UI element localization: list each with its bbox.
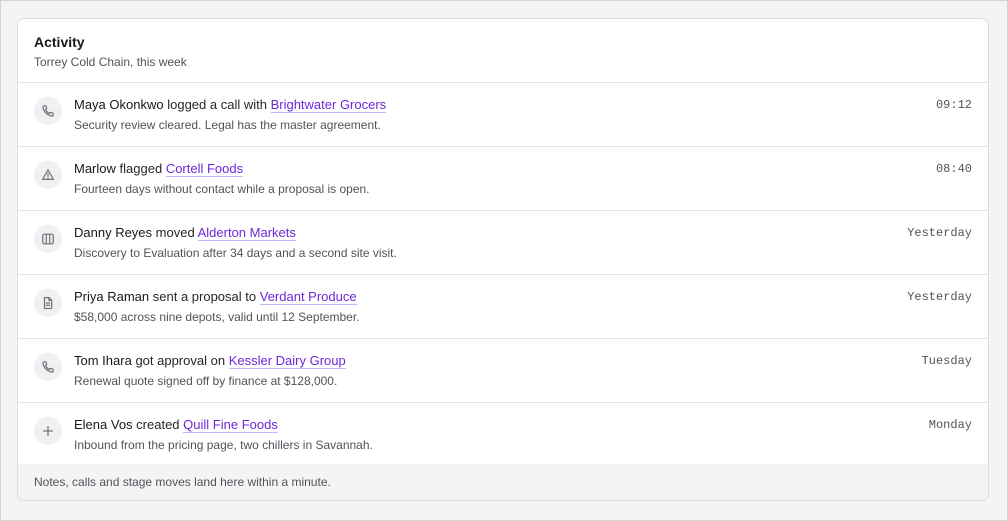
company-link-cortell-foods[interactable]: Cortell Foods <box>165 161 244 177</box>
activity-verb: logged a call with <box>167 97 267 112</box>
activity-row: Elena Vos created Quill Fine Foods Inbou… <box>18 403 988 467</box>
activity-card: Activity Torrey Cold Chain, this week Ma… <box>17 18 989 501</box>
actor-name: Maya Okonkwo <box>74 97 164 112</box>
activity-detail: Renewal quote signed off by finance at $… <box>74 374 338 388</box>
activity-headline: Elena Vos created Quill Fine Foods <box>74 416 868 434</box>
company-link-quill-fine-foods[interactable]: Quill Fine Foods <box>183 417 278 433</box>
activity-headline: Marlow flagged Cortell Foods <box>74 160 868 178</box>
activity-time: Yesterday <box>907 226 972 240</box>
activity-time: Yesterday <box>907 290 972 304</box>
activity-body: Tom Ihara got approval on Kessler Dairy … <box>74 352 868 389</box>
company-link-alderton-markets[interactable]: Alderton Markets <box>197 225 296 241</box>
activity-headline: Tom Ihara got approval on Kessler Dairy … <box>74 352 868 370</box>
activity-verb: created <box>136 417 180 432</box>
activity-time: 09:12 <box>935 98 972 112</box>
company-link-brightwater-grocers[interactable]: Brightwater Grocers <box>270 97 387 113</box>
card-header: Activity Torrey Cold Chain, this week <box>18 19 988 83</box>
activity-body: Priya Raman sent a proposal to Verdant P… <box>74 288 868 325</box>
activity-detail: Security review cleared. Legal has the m… <box>74 118 381 132</box>
activity-row: Priya Raman sent a proposal to Verdant P… <box>18 275 988 339</box>
activity-headline: Priya Raman sent a proposal to Verdant P… <box>74 288 868 306</box>
activity-row: Marlow flagged Cortell Foods Fourteen da… <box>18 147 988 211</box>
activity-detail: Discovery to Evaluation after 34 days an… <box>74 246 397 260</box>
document-icon <box>34 289 62 317</box>
card-subtitle: Torrey Cold Chain, this week <box>34 55 187 69</box>
kanban-columns-icon <box>34 225 62 253</box>
activity-row: Tom Ihara got approval on Kessler Dairy … <box>18 339 988 403</box>
activity-time: 08:40 <box>935 162 972 176</box>
activity-headline: Danny Reyes moved Alderton Markets <box>74 224 868 242</box>
actor-name: Elena Vos <box>74 417 133 432</box>
activity-body: Danny Reyes moved Alderton Markets Disco… <box>74 224 868 261</box>
phone-icon <box>34 97 62 125</box>
company-link-kessler-dairy-group[interactable]: Kessler Dairy Group <box>228 353 346 369</box>
card-title: Activity <box>34 34 85 50</box>
activity-time: Tuesday <box>921 354 972 368</box>
activity-verb: got approval on <box>135 353 226 368</box>
company-link-verdant-produce[interactable]: Verdant Produce <box>259 289 357 305</box>
activity-detail: Fourteen days without contact while a pr… <box>74 182 370 196</box>
footer-note: Notes, calls and stage moves land here w… <box>34 475 331 489</box>
warning-icon <box>34 161 62 189</box>
actor-name: Danny Reyes <box>74 225 153 240</box>
activity-detail: Inbound from the pricing page, two chill… <box>74 438 373 452</box>
activity-body: Elena Vos created Quill Fine Foods Inbou… <box>74 416 868 453</box>
activity-row: Maya Okonkwo logged a call with Brightwa… <box>18 83 988 147</box>
plus-icon <box>34 417 62 445</box>
card-footer: Notes, calls and stage moves land here w… <box>18 464 988 500</box>
activity-body: Maya Okonkwo logged a call with Brightwa… <box>74 96 868 133</box>
activity-detail: $58,000 across nine depots, valid until … <box>74 310 360 324</box>
activity-row: Danny Reyes moved Alderton Markets Disco… <box>18 211 988 275</box>
activity-body: Marlow flagged Cortell Foods Fourteen da… <box>74 160 868 197</box>
actor-name: Priya Raman <box>74 289 150 304</box>
activity-list: Maya Okonkwo logged a call with Brightwa… <box>18 83 988 467</box>
activity-headline: Maya Okonkwo logged a call with Brightwa… <box>74 96 868 114</box>
activity-verb: sent a proposal to <box>152 289 257 304</box>
actor-name: Tom Ihara <box>74 353 132 368</box>
actor-name: Marlow <box>74 161 116 176</box>
activity-time: Monday <box>928 418 972 432</box>
phone-icon <box>34 353 62 381</box>
activity-verb: flagged <box>119 161 163 176</box>
activity-verb: moved <box>155 225 195 240</box>
